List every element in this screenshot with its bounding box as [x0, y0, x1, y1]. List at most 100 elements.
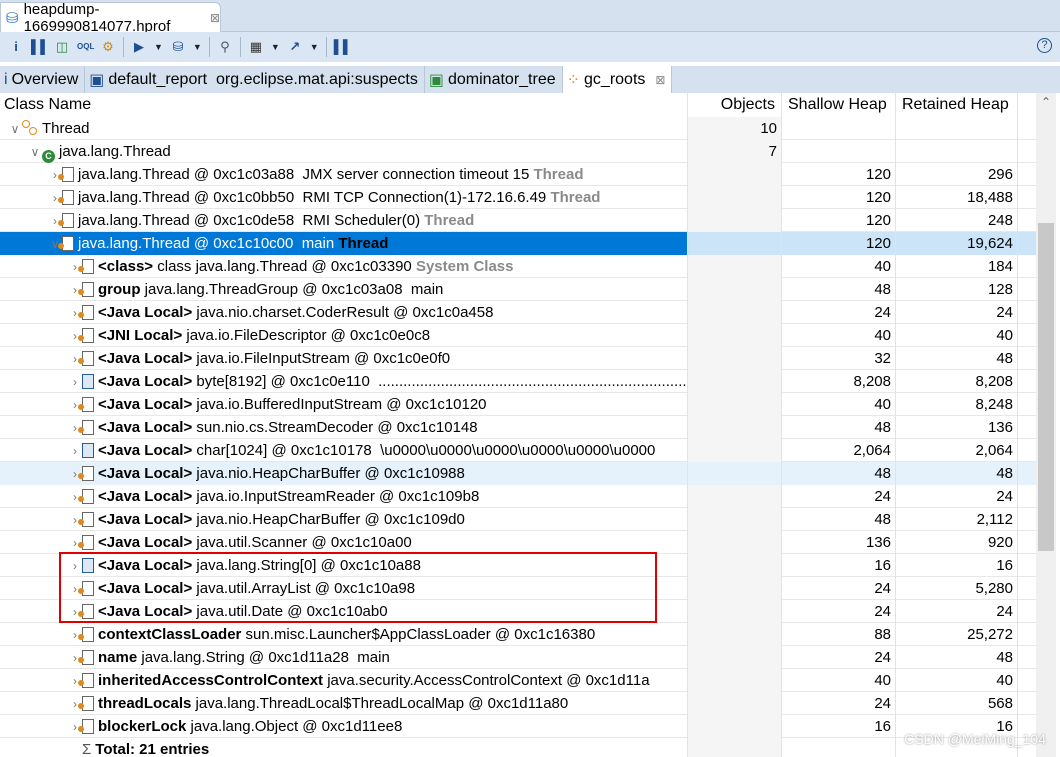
- tab-default-report[interactable]: ▣ default_report org.eclipse.mat.api:susp…: [85, 66, 425, 93]
- retained-heap-cell: 5,280: [896, 577, 1018, 600]
- object-label: java.io.FileInputStream @ 0xc1c0e0f0: [192, 350, 451, 367]
- field-name: <Java Local>: [98, 419, 193, 436]
- column-header-class-name[interactable]: Class Name: [0, 93, 688, 117]
- tab-gc-roots[interactable]: ⁘ gc_roots ⊠: [562, 66, 673, 93]
- object-icon: [78, 512, 94, 527]
- export-icon[interactable]: ↗: [287, 39, 303, 55]
- shallow-heap-cell: 48: [782, 508, 896, 531]
- chevron-down-icon[interactable]: ▼: [271, 42, 280, 52]
- table-row[interactable]: › <Java Local> char[1024] @ 0xc1c10178 \u…: [0, 439, 1036, 462]
- close-icon[interactable]: ⊠: [655, 73, 665, 87]
- class-name-cell: › <JNI Local> java.io.FileDescriptor @ 0x…: [0, 324, 688, 347]
- table-row[interactable]: › <Java Local> java.nio.charset.CoderResu…: [0, 301, 1036, 324]
- chevron-down-icon[interactable]: ▼: [154, 42, 163, 52]
- object-icon: [78, 259, 94, 274]
- help-icon[interactable]: ?: [1037, 38, 1052, 53]
- table-row[interactable]: › name java.lang.String @ 0xc1d11a28 main…: [0, 646, 1036, 669]
- close-icon[interactable]: ⊠: [210, 11, 220, 25]
- objects-cell: [688, 623, 782, 646]
- tab-label: Overview: [11, 70, 79, 88]
- object-icon: [78, 604, 94, 619]
- expand-icon[interactable]: ›: [68, 555, 82, 577]
- calculator-icon[interactable]: ▦: [248, 39, 264, 55]
- object-label: java.util.ArrayList @ 0xc1c10a98: [192, 580, 416, 597]
- column-header-shallow-heap[interactable]: Shallow Heap: [782, 93, 896, 117]
- query-browser-icon[interactable]: ▶: [131, 39, 147, 55]
- object-label: byte[8192] @ 0xc1c0e110 ................…: [196, 373, 687, 390]
- field-name: contextClassLoader: [98, 626, 242, 643]
- column-header-objects[interactable]: Objects: [688, 93, 782, 117]
- chevron-down-icon[interactable]: ▼: [193, 42, 202, 52]
- tab-dominator-tree[interactable]: ▣ dominator_tree: [425, 66, 563, 93]
- retained-heap-cell: 40: [896, 324, 1018, 347]
- table-header: Class Name Objects Shallow Heap Retained…: [0, 93, 1036, 117]
- tab-overview[interactable]: i Overview: [0, 66, 86, 93]
- table-row[interactable]: › <Java Local> java.util.Date @ 0xc1c10ab…: [0, 600, 1036, 623]
- table-row[interactable]: › java.lang.Thread @ 0xc1c03a88 JMX serve…: [0, 163, 1036, 186]
- field-name: <Java Local>: [98, 350, 193, 367]
- table-row[interactable]: › threadLocals java.lang.ThreadLocal$Thre…: [0, 692, 1036, 715]
- table-row[interactable]: › contextClassLoader sun.misc.Launcher$Ap…: [0, 623, 1036, 646]
- table-row[interactable]: › inheritedAccessControlContext java.secu…: [0, 669, 1036, 692]
- expand-icon[interactable]: ›: [68, 371, 82, 393]
- table-row[interactable]: › group java.lang.ThreadGroup @ 0xc1c03a0…: [0, 278, 1036, 301]
- table-row[interactable]: › blockerLock java.lang.Object @ 0xc1d11e…: [0, 715, 1036, 738]
- object-icon: [78, 489, 94, 504]
- object-label: java.lang.Thread @ 0xc1c0de58 RMI Schedu…: [78, 212, 425, 229]
- class-name-cell: › <Java Local> char[1024] @ 0xc1c10178 \u…: [0, 439, 688, 462]
- scrollbar-thumb[interactable]: [1038, 223, 1054, 551]
- scroll-up-icon[interactable]: ⌃: [1036, 95, 1056, 109]
- object-type-label: Thread: [550, 189, 601, 206]
- table-row[interactable]: ∨ java.lang.Thread @ 0xc1c10c00 main Thre…: [0, 232, 1036, 255]
- retained-heap-cell: 568: [896, 692, 1018, 715]
- retained-heap-cell: 2,112: [896, 508, 1018, 531]
- field-name: <Java Local>: [98, 511, 193, 528]
- table-row[interactable]: › <Java Local> java.io.FileInputStream @ …: [0, 347, 1036, 370]
- info-icon[interactable]: i: [8, 39, 24, 55]
- table-row[interactable]: Σ Total: 21 entries: [0, 738, 1036, 757]
- table-row[interactable]: ∨ Cjava.lang.Thread 7: [0, 140, 1036, 163]
- retained-heap-cell: 48: [896, 347, 1018, 370]
- array-icon: [82, 374, 94, 389]
- table-row[interactable]: › java.lang.Thread @ 0xc1c0bb50 RMI TCP C…: [0, 186, 1036, 209]
- table-row[interactable]: › <Java Local> java.nio.HeapCharBuffer @ …: [0, 508, 1036, 531]
- table-row[interactable]: › <Java Local> java.util.Scanner @ 0xc1c1…: [0, 531, 1036, 554]
- filler-cell: [1018, 485, 1036, 508]
- field-name: <Java Local>: [98, 603, 193, 620]
- table-row[interactable]: ∨ Thread 10: [0, 117, 1036, 140]
- editor-tab-heapdump[interactable]: ⛁ heapdump-1669990814077.hprof ⊠: [0, 1, 221, 35]
- table-row[interactable]: › java.lang.Thread @ 0xc1c0de58 RMI Sched…: [0, 209, 1036, 232]
- object-icon: [78, 535, 94, 550]
- vertical-scrollbar[interactable]: ⌃: [1036, 93, 1056, 757]
- table-row[interactable]: › <Java Local> byte[8192] @ 0xc1c0e110 ..…: [0, 370, 1036, 393]
- dominator-tree-icon[interactable]: ◫: [54, 39, 70, 55]
- chevron-down-icon[interactable]: ▼: [310, 42, 319, 52]
- objects-cell: [688, 347, 782, 370]
- table-row[interactable]: › <Java Local> sun.nio.cs.StreamDecoder @…: [0, 416, 1036, 439]
- collapse-icon[interactable]: ∨: [8, 118, 22, 140]
- objects-cell: [688, 715, 782, 738]
- table-row[interactable]: › <JNI Local> java.io.FileDescriptor @ 0x…: [0, 324, 1036, 347]
- filler-cell: [1018, 117, 1036, 140]
- retained-heap-cell: 19,624: [896, 232, 1018, 255]
- shallow-heap-cell: [782, 738, 896, 757]
- table-row[interactable]: › <Java Local> java.io.BufferedInputStrea…: [0, 393, 1036, 416]
- table-row[interactable]: › <Java Local> java.lang.String[0] @ 0xc1…: [0, 554, 1036, 577]
- collapse-icon[interactable]: ∨: [28, 141, 42, 163]
- oql-icon[interactable]: OQL: [77, 39, 94, 55]
- table-row[interactable]: › <Java Local> java.io.InputStreamReader …: [0, 485, 1036, 508]
- leak-suspects-icon[interactable]: ▌▌: [334, 39, 352, 55]
- expand-icon[interactable]: ›: [68, 440, 82, 462]
- table-row[interactable]: › <Java Local> java.util.ArrayList @ 0xc1…: [0, 577, 1036, 600]
- filler-cell: [1018, 232, 1036, 255]
- table-row[interactable]: › <class> class java.lang.Thread @ 0xc1c0…: [0, 255, 1036, 278]
- histogram-icon[interactable]: ▌▌: [31, 39, 49, 55]
- retained-heap-cell: 184: [896, 255, 1018, 278]
- column-header-retained-heap[interactable]: Retained Heap: [896, 93, 1018, 117]
- shallow-heap-cell: 16: [782, 554, 896, 577]
- object-label: java.nio.HeapCharBuffer @ 0xc1c10988: [192, 465, 465, 482]
- table-row[interactable]: › <Java Local> java.nio.HeapCharBuffer @ …: [0, 462, 1036, 485]
- gear-icon[interactable]: ⚙: [100, 39, 116, 55]
- search-icon[interactable]: ⚲: [217, 39, 233, 55]
- heap-dump-overview-icon[interactable]: ⛁: [170, 39, 186, 55]
